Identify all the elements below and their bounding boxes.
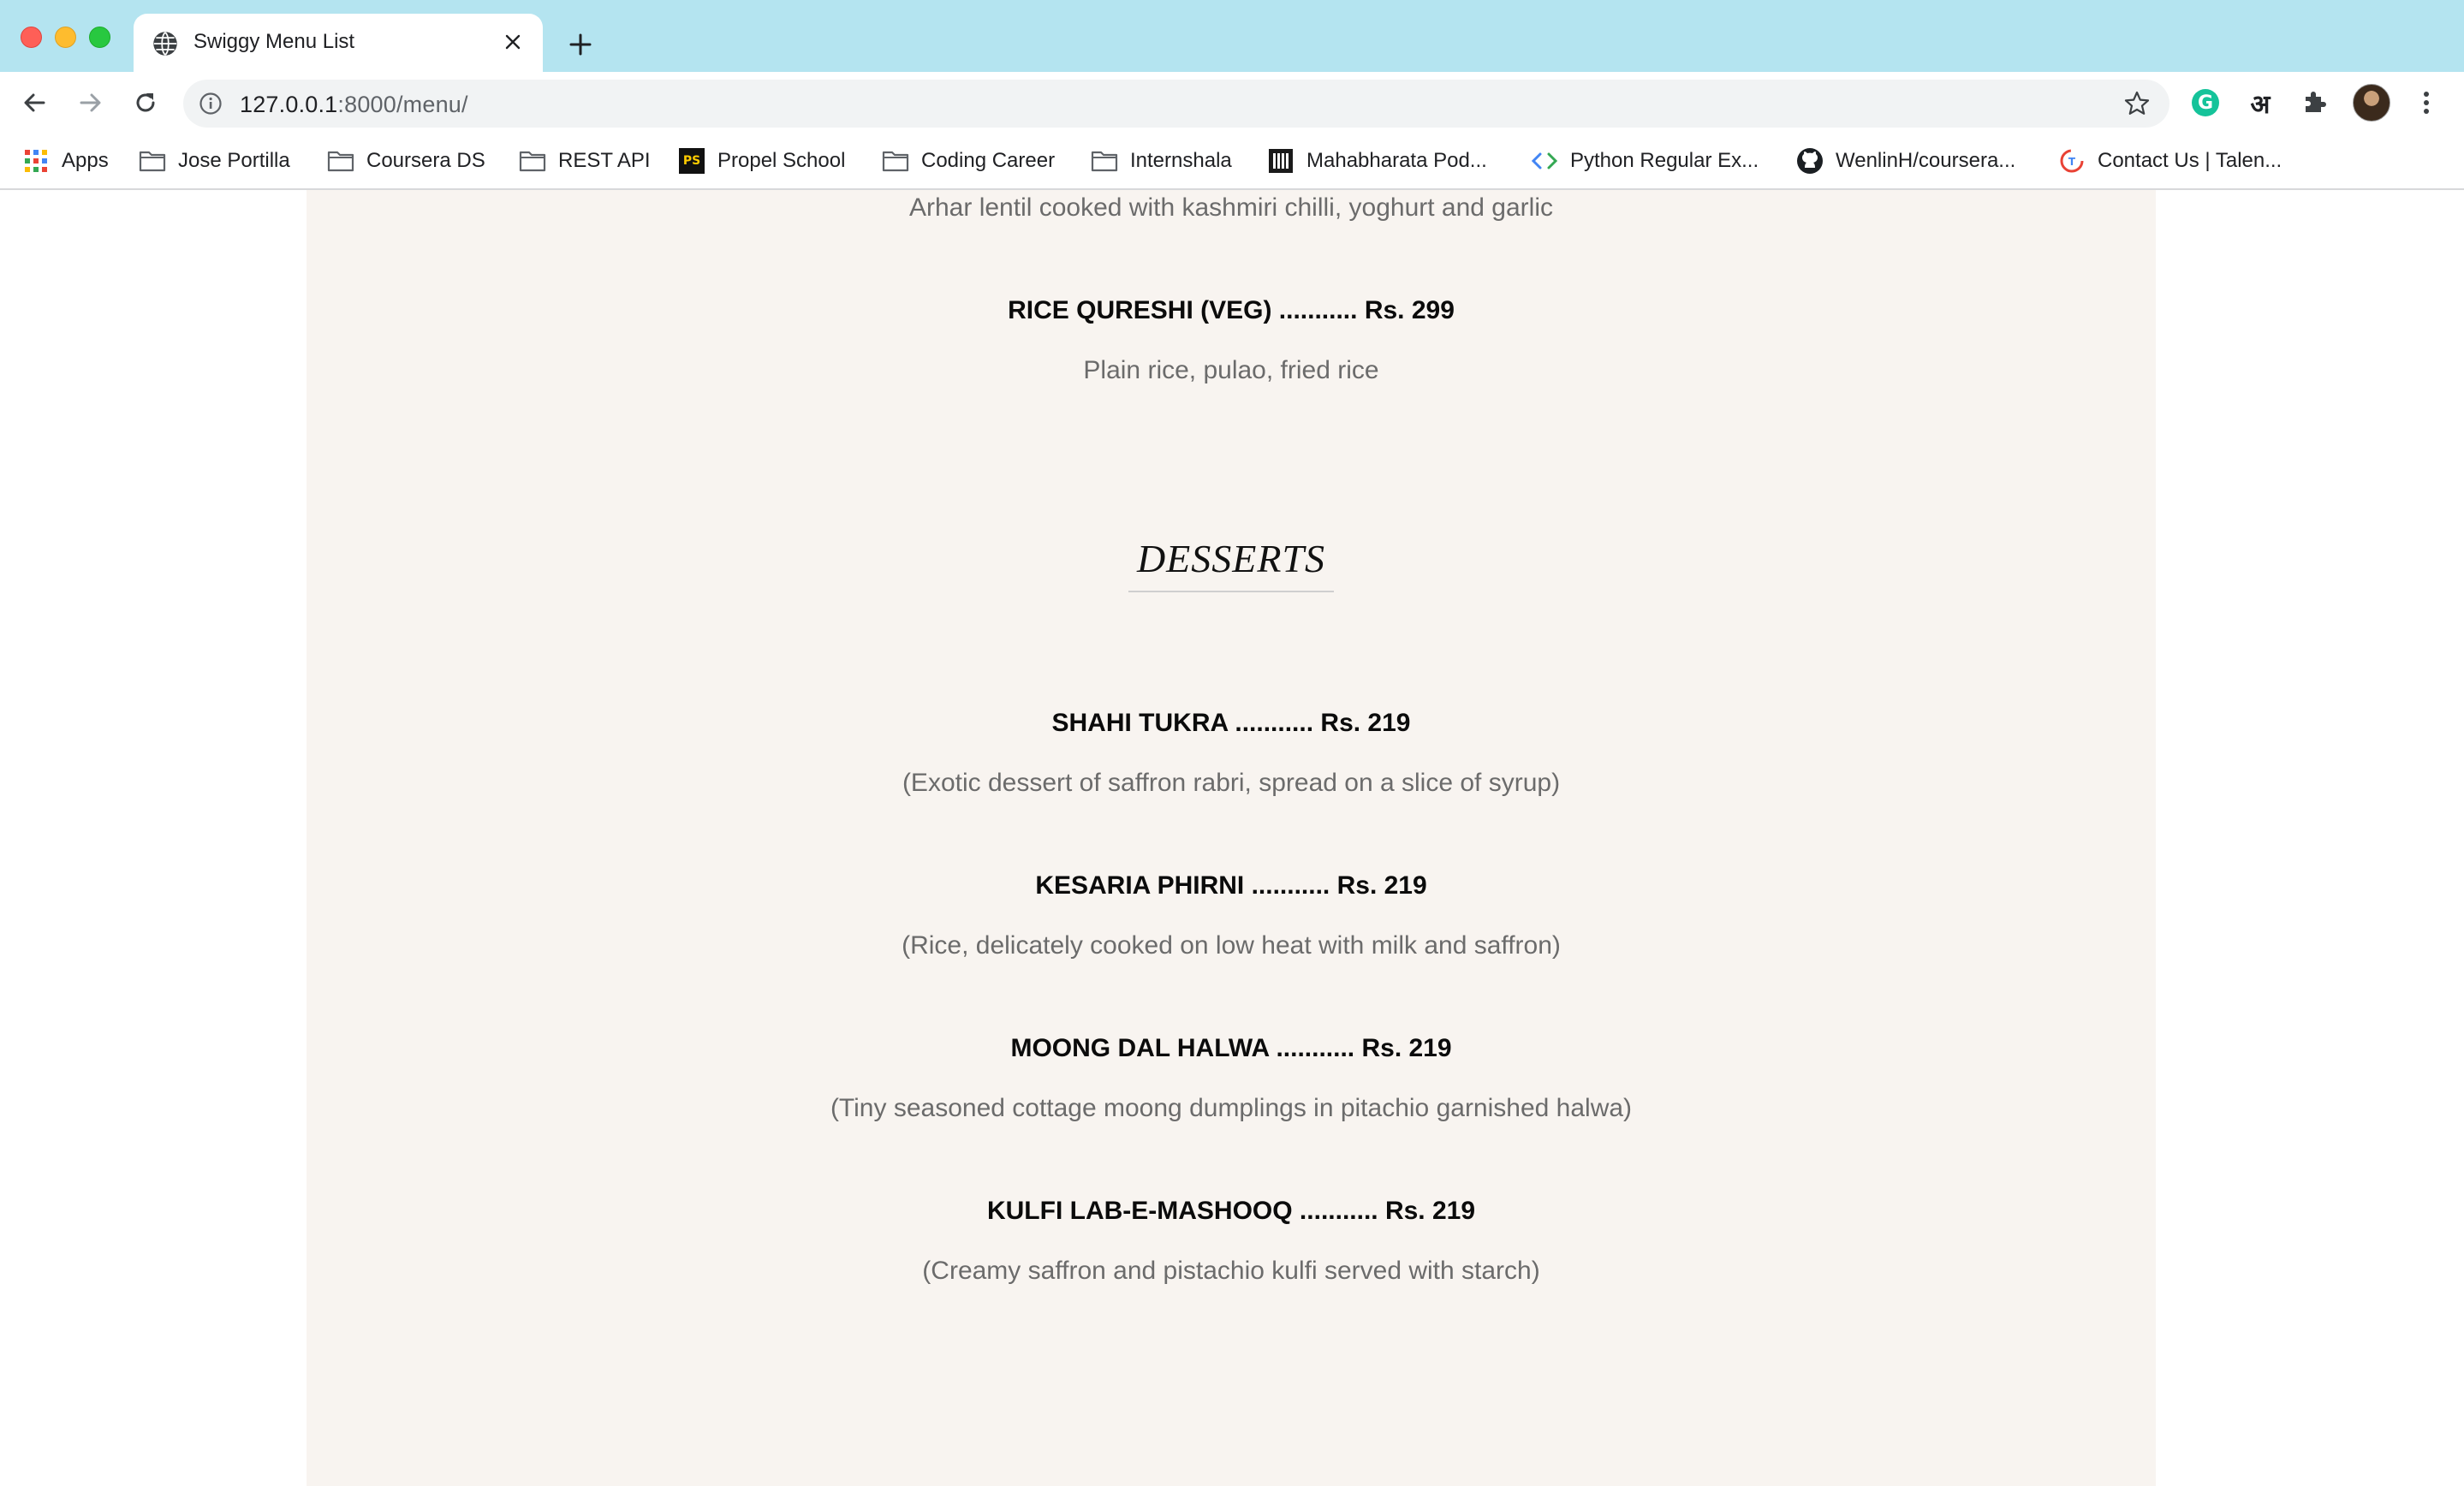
forward-button[interactable] [72, 84, 110, 122]
url-path: :8000/menu/ [337, 92, 468, 117]
menu-item-title: RICE QURESHI (VEG) ........... Rs. 299 [1008, 296, 1455, 324]
apps-grid-icon [22, 147, 50, 175]
code-icon [1531, 147, 1558, 175]
url-host: 127.0.0.1 [240, 92, 338, 117]
talent-icon: T [2058, 147, 2086, 175]
star-icon[interactable] [2123, 90, 2151, 117]
bookmark-mahabharata-podcast[interactable]: Mahabharata Pod... [1267, 142, 1487, 180]
grammarly-icon: G [2192, 89, 2219, 116]
browser-menu-button[interactable] [2407, 84, 2445, 122]
new-tab-button[interactable] [562, 26, 599, 63]
folder-icon [519, 147, 546, 175]
dish-description: (Rice, delicately cooked on low heat wit… [902, 931, 1561, 960]
bookmark-propel-school[interactable]: PS Propel School [678, 142, 845, 180]
arrow-right-icon [80, 93, 101, 112]
menu-item-title: SHAHI TUKRA ........... Rs. 219 [1051, 709, 1411, 737]
bookmark-python-regex[interactable]: Python Regular Ex... [1531, 142, 1759, 180]
bookmark-internshala[interactable]: Internshala [1091, 142, 1232, 180]
bookmark-label: Apps [62, 149, 109, 172]
menu-item-title: KESARIA PHIRNI ........... Rs. 219 [1035, 871, 1427, 900]
maximize-window-button[interactable] [89, 27, 110, 48]
arrow-left-icon [24, 93, 45, 112]
tab-strip: Swiggy Menu List [0, 0, 2464, 72]
bookmark-apps[interactable]: Apps [22, 142, 109, 180]
github-icon [1796, 147, 1824, 175]
hindi-extension-button[interactable]: अ [2241, 84, 2279, 122]
bookmark-label: Coding Career [921, 149, 1056, 172]
grammarly-extension-button[interactable]: G [2187, 84, 2224, 122]
section-heading-desserts: DESSERTS [1136, 537, 1326, 580]
bookmark-label: Coursera DS [366, 149, 485, 172]
url-text[interactable]: 127.0.0.1:8000/menu/ [240, 92, 468, 118]
menu-item-title: MOONG DAL HALWA ........... Rs. 219 [1010, 1034, 1452, 1062]
dish-description: Arhar lentil cooked with kashmiri chilli… [909, 193, 1553, 222]
bookmark-contact-us-talent[interactable]: T Contact Us | Talen... [2058, 142, 2282, 180]
reload-button[interactable] [127, 84, 164, 122]
minimize-window-button[interactable] [55, 27, 76, 48]
bookmark-label: Internshala [1130, 149, 1232, 172]
address-bar[interactable]: 127.0.0.1:8000/menu/ [183, 80, 2169, 128]
puzzle-icon [2306, 92, 2326, 112]
podcast-icon [1267, 147, 1294, 175]
propel-school-icon: PS [678, 147, 705, 175]
bookmark-coding-career[interactable]: Coding Career [882, 142, 1055, 180]
tab-title: Swiggy Menu List [193, 30, 355, 53]
folder-icon [139, 147, 166, 175]
avatar [2353, 84, 2390, 122]
bookmark-label: Python Regular Ex... [1570, 149, 1759, 172]
bookmark-label: Mahabharata Pod... [1306, 149, 1487, 172]
folder-icon [327, 147, 354, 175]
hindi-glyph: अ [2250, 89, 2271, 120]
folder-icon [1091, 147, 1118, 175]
tab-swiggy-menu-list[interactable]: Swiggy Menu List [134, 14, 543, 72]
browser-toolbar: 127.0.0.1:8000/menu/ G अ [0, 72, 2464, 134]
bookmark-github-wenlinh[interactable]: WenlinH/coursera... [1796, 142, 2015, 180]
bookmark-label: Jose Portilla [178, 149, 290, 172]
dish-description: (Tiny seasoned cottage moong dumplings i… [830, 1094, 1633, 1122]
close-icon [505, 34, 521, 50]
dish-description: (Exotic dessert of saffron rabri, spread… [902, 769, 1561, 797]
bookmark-label: Contact Us | Talen... [2098, 149, 2282, 172]
back-button[interactable] [15, 84, 53, 122]
close-window-button[interactable] [21, 27, 42, 48]
globe-icon [153, 32, 177, 56]
plus-icon [569, 33, 592, 56]
bookmark-label: WenlinH/coursera... [1836, 149, 2016, 172]
browser-window: Swiggy Menu List 127.0.0.1:8000/menu/ G … [0, 0, 2464, 1486]
profile-button[interactable] [2353, 84, 2390, 122]
menu-item-title: KULFI LAB-E-MASHOOQ ........... Rs. 219 [986, 1197, 1476, 1225]
reload-icon [136, 93, 155, 112]
folder-icon [882, 147, 909, 175]
menu-panel: Arhar lentil cooked with kashmiri chilli… [307, 190, 2156, 1486]
kebab-menu-icon [2424, 92, 2429, 114]
svg-text:T: T [2068, 156, 2076, 168]
page-viewport[interactable]: Arhar lentil cooked with kashmiri chilli… [0, 190, 2464, 1486]
bookmark-coursera-ds[interactable]: Coursera DS [327, 142, 485, 180]
bookmark-label: Propel School [717, 149, 846, 172]
extensions-button[interactable] [2296, 84, 2334, 122]
section-heading-underline [1128, 591, 1334, 592]
dish-description: Plain rice, pulao, fried rice [1083, 356, 1379, 384]
bookmark-label: REST API [558, 149, 651, 172]
info-icon[interactable] [199, 92, 223, 116]
dish-description: (Creamy saffron and pistachio kulfi serv… [922, 1257, 1540, 1285]
bookmark-rest-api[interactable]: REST API [519, 142, 651, 180]
bookmarks-bar: Apps Jose Portilla Coursera DS REST API … [0, 134, 2464, 190]
bookmark-jose-portilla[interactable]: Jose Portilla [139, 142, 290, 180]
tab-close-button[interactable] [498, 27, 527, 56]
